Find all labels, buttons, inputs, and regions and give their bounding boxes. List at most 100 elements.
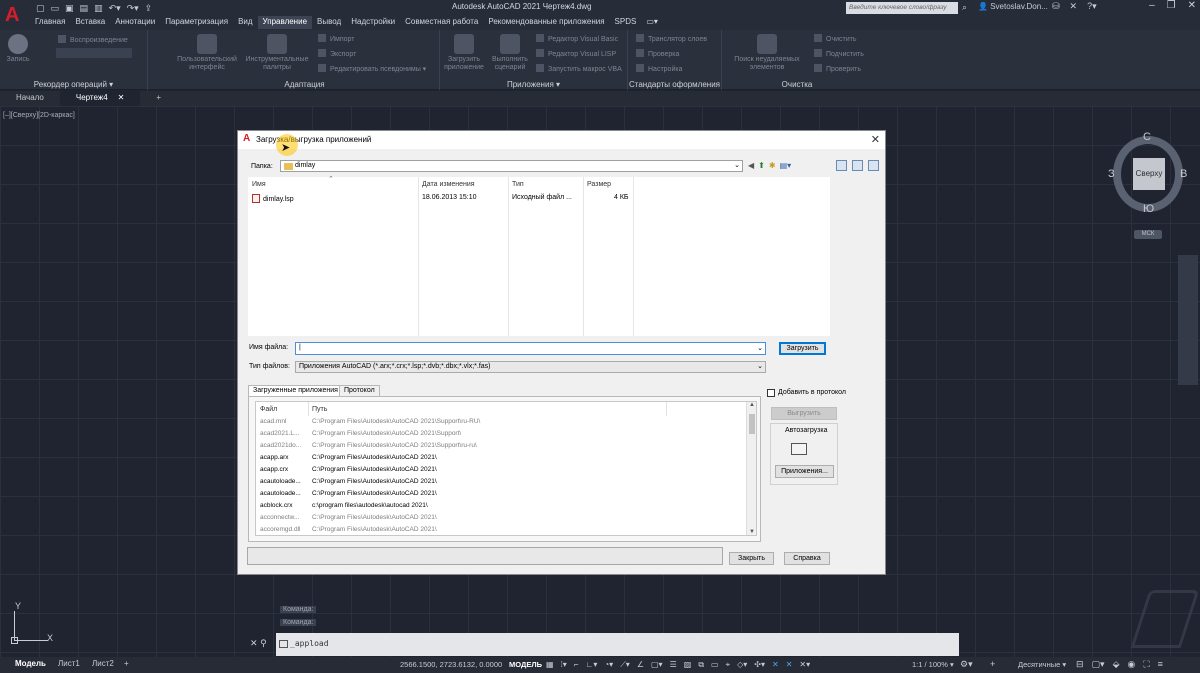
- ribbon-tab[interactable]: Надстройки: [346, 16, 400, 29]
- redo-icon[interactable]: ↷▾: [127, 3, 139, 14]
- startup-suite-button[interactable]: Приложения...: [775, 465, 834, 478]
- layer-translator-button[interactable]: Транслятор слоев: [636, 34, 707, 43]
- export-button[interactable]: Экспорт: [318, 49, 356, 58]
- save-icon[interactable]: ▣: [65, 3, 74, 14]
- quick-properties-icon[interactable]: ⊟: [1076, 659, 1084, 670]
- transparency-icon[interactable]: ▨: [684, 660, 692, 670]
- back-icon[interactable]: ◀: [748, 161, 754, 170]
- import-button[interactable]: Импорт: [318, 34, 354, 43]
- help-button[interactable]: Справка: [784, 552, 830, 565]
- lock-ui-icon[interactable]: ▢▾: [1092, 659, 1105, 670]
- scrollbar[interactable]: ▲ ▼: [746, 402, 756, 535]
- vlisp-editor-button[interactable]: Редактор Visual LISP: [536, 49, 616, 58]
- close-command-icon[interactable]: ✕: [250, 638, 258, 648]
- navigation-bar[interactable]: [1178, 255, 1198, 385]
- new-icon[interactable]: ▢: [36, 3, 45, 14]
- record-button[interactable]: Запись: [4, 34, 32, 64]
- folder-select[interactable]: dimlay ⌄: [280, 160, 743, 172]
- open-icon[interactable]: ▭: [51, 3, 60, 14]
- user-account[interactable]: 👤 Svetoslav.Don...: [978, 2, 1048, 11]
- ribbon-tab[interactable]: Рекомендованные приложения: [483, 16, 609, 29]
- binoculars-icon[interactable]: ⌕: [962, 2, 967, 13]
- coordinates-readout[interactable]: 2566.1500, 2723.6132, 0.0000: [400, 660, 502, 669]
- ribbon-tab[interactable]: Параметризация: [160, 16, 233, 29]
- file-list[interactable]: Имя ⌃ Дата изменения Тип Размер dimlay.l…: [248, 176, 830, 336]
- isodraft-icon[interactable]: ⟋▾: [620, 660, 630, 670]
- filename-input[interactable]: | ⌄: [295, 342, 766, 355]
- selection-filter-icon[interactable]: ◇▾: [737, 660, 747, 670]
- compass-south[interactable]: Ю: [1143, 203, 1154, 215]
- selection-cycling-icon[interactable]: ⧉: [698, 660, 704, 670]
- dialog-titlebar[interactable]: A Загрузка/выгрузка приложений ✕: [238, 131, 885, 149]
- load-button[interactable]: Загрузить: [779, 342, 826, 355]
- infer-constraints-icon[interactable]: ⌐: [574, 660, 579, 670]
- loaded-apps-list[interactable]: Файл Путь acad.mnl C:\Program Files\Autod…: [255, 401, 757, 536]
- check-standards-button[interactable]: Проверка: [636, 49, 679, 58]
- scroll-up-icon[interactable]: ▲: [749, 402, 755, 408]
- close-button[interactable]: Закрыть: [729, 552, 774, 565]
- doc-tab-start[interactable]: Начало: [0, 91, 60, 106]
- panel-title[interactable]: Рекордер операций ▾: [0, 80, 147, 89]
- view-option-icon[interactable]: [868, 160, 879, 171]
- dialog-close-icon[interactable]: ✕: [871, 133, 880, 146]
- purge-button[interactable]: Очистить: [814, 34, 856, 43]
- ortho-icon[interactable]: ∟▾: [585, 660, 597, 670]
- grid-icon[interactable]: ▦: [546, 660, 554, 670]
- run-vba-macro-button[interactable]: Запустить макрос VBA: [536, 64, 622, 73]
- col-header-date[interactable]: Дата изменения: [422, 181, 475, 188]
- up-folder-icon[interactable]: ⬆: [758, 161, 765, 170]
- auto-scale-icon[interactable]: ✕: [786, 660, 793, 670]
- view-option-icon[interactable]: [852, 160, 863, 171]
- ribbon-tab[interactable]: Совместная работа: [400, 16, 483, 29]
- ribbon-toggle-icon[interactable]: ▭▾: [641, 16, 663, 29]
- snap-icon[interactable]: ⁞▾: [561, 660, 567, 670]
- model-space-toggle[interactable]: МОДЕЛЬ: [509, 660, 542, 669]
- share-icon[interactable]: ⇪: [145, 3, 153, 14]
- macro-select[interactable]: [56, 48, 132, 58]
- ribbon-tab[interactable]: Главная: [30, 16, 70, 29]
- exchange-icon[interactable]: ✕: [1070, 1, 1078, 12]
- layout-tab-sheet1[interactable]: Лист1: [58, 659, 80, 668]
- dynamic-ucs-icon[interactable]: ⌖: [726, 660, 731, 670]
- command-input[interactable]: _appload: [290, 639, 329, 648]
- ribbon-tab[interactable]: Вставка: [70, 16, 110, 29]
- vba-editor-button[interactable]: Редактор Visual Basic: [536, 34, 618, 43]
- unload-button[interactable]: Выгрузить: [771, 407, 837, 420]
- playback-button[interactable]: Воспроизведение: [58, 35, 128, 44]
- chevron-down-icon[interactable]: ⌄: [757, 344, 763, 352]
- compass-north[interactable]: С: [1143, 131, 1151, 143]
- col-header-file[interactable]: Файл: [260, 406, 277, 413]
- annotation-scale-icon[interactable]: ✕▾: [799, 660, 810, 670]
- filetype-select[interactable]: Приложения AutoCAD (*.arx;*.crx;*.lsp;*.…: [295, 361, 766, 373]
- customize-command-icon[interactable]: ⚲: [260, 638, 267, 648]
- col-header-type[interactable]: Тип: [512, 181, 524, 188]
- add-to-history-checkbox[interactable]: [767, 389, 775, 397]
- compass-east[interactable]: В: [1180, 168, 1187, 180]
- annotation-visibility-icon[interactable]: ✕: [772, 660, 779, 670]
- audit-button[interactable]: Проверить: [814, 64, 861, 73]
- cart-icon[interactable]: ⛁: [1052, 1, 1060, 12]
- save-as-icon[interactable]: ▤: [80, 3, 89, 14]
- close-window-icon[interactable]: ✕: [1188, 0, 1196, 11]
- scroll-thumb[interactable]: [749, 414, 755, 434]
- panel-title[interactable]: Адаптация: [170, 80, 439, 89]
- annotation-scale[interactable]: 1:1 / 100% ▾: [912, 660, 954, 669]
- tool-palettes-button[interactable]: Инструментальные палитры: [242, 34, 312, 72]
- customization-icon[interactable]: ≡: [1158, 659, 1163, 670]
- find-non-purgeable-button[interactable]: Поиск неудаляемых элементов: [724, 34, 810, 72]
- cui-button[interactable]: Пользовательский интерфейс: [172, 34, 242, 72]
- add-to-history-label[interactable]: Добавить в протокол: [778, 389, 846, 396]
- command-line[interactable]: _appload: [276, 633, 959, 656]
- doc-tab-drawing4[interactable]: Чертеж4 ✕: [59, 91, 141, 106]
- isolate-objects-icon[interactable]: ⬙: [1113, 659, 1120, 670]
- col-header-name[interactable]: Имя: [252, 181, 266, 188]
- viewport-controls[interactable]: [–][Сверху][2D-каркас]: [3, 112, 75, 119]
- layout-tab-model[interactable]: Модель: [15, 659, 46, 668]
- clean-screen-icon[interactable]: ⛶: [1143, 659, 1149, 670]
- wcs-menu[interactable]: МСК: [1134, 230, 1162, 239]
- edit-aliases-button[interactable]: Редактировать псевдонимы ▾: [318, 64, 426, 73]
- chevron-down-icon[interactable]: ⌄: [757, 362, 763, 370]
- configure-standards-button[interactable]: Настройка: [636, 64, 682, 73]
- minimize-icon[interactable]: –: [1149, 0, 1155, 11]
- object-snap-tracking-icon[interactable]: ∠: [637, 660, 644, 670]
